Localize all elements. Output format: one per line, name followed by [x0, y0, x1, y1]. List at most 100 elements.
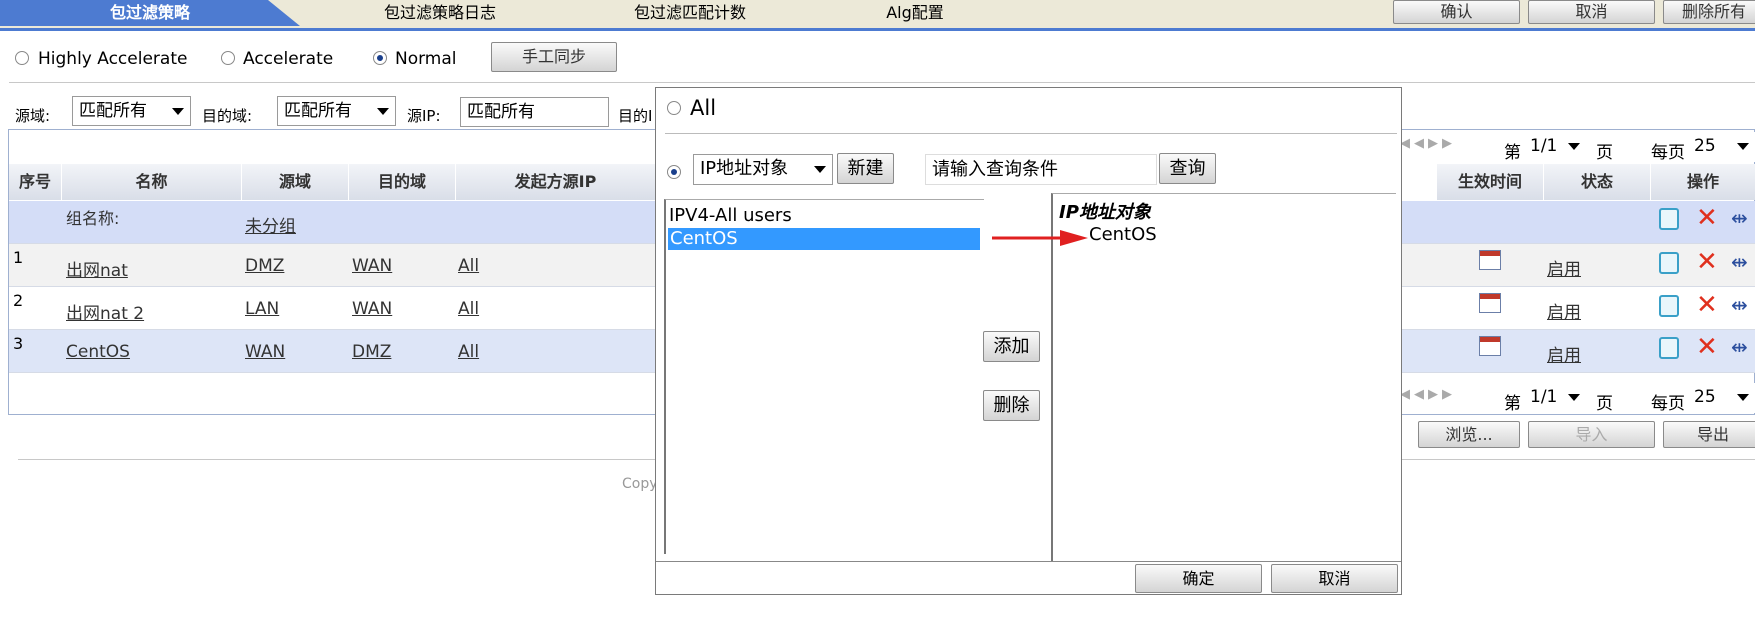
dst-ip-label: 目的I	[618, 107, 653, 125]
browse-button[interactable]: 浏览...	[1418, 421, 1520, 448]
chevron-down-icon	[1737, 143, 1749, 150]
selected-item[interactable]: CentOS	[1089, 224, 1157, 245]
calendar-icon[interactable]	[1479, 336, 1501, 356]
row-src-ip-link[interactable]: All	[458, 256, 479, 276]
delete-icon[interactable]: ✕	[1696, 334, 1718, 360]
copy-icon[interactable]	[1659, 252, 1679, 274]
calendar-icon[interactable]	[1479, 293, 1501, 313]
dialog-divider	[665, 133, 1397, 134]
copy-icon[interactable]	[1659, 337, 1679, 359]
row-index: 3	[13, 334, 24, 353]
delete-icon[interactable]: ✕	[1696, 292, 1718, 318]
header-status: 状态	[1544, 164, 1651, 200]
page-value: 1/1	[1530, 387, 1558, 407]
header-index: 序号	[9, 164, 62, 200]
row-dst-link[interactable]: DMZ	[352, 342, 391, 362]
per-page-select[interactable]: 25	[1688, 132, 1755, 162]
object-type-select[interactable]: IP地址对象	[693, 154, 833, 185]
per-page-select[interactable]: 25	[1688, 383, 1755, 413]
available-list[interactable]	[664, 199, 984, 554]
add-button[interactable]: 添加	[983, 331, 1040, 362]
page-select[interactable]: 1/1	[1524, 383, 1586, 413]
copy-icon[interactable]	[1659, 208, 1679, 230]
row-src-link[interactable]: DMZ	[245, 256, 284, 276]
chevron-down-icon	[814, 166, 826, 173]
dialog-cancel-button[interactable]: 取消	[1271, 564, 1398, 593]
row-dst-link[interactable]: WAN	[352, 256, 392, 276]
query-button[interactable]: 查询	[1159, 153, 1216, 184]
delete-icon[interactable]: ✕	[1696, 249, 1718, 275]
copy-icon[interactable]	[1659, 295, 1679, 317]
normal-label: Normal	[395, 49, 457, 69]
row-status-link[interactable]: 启用	[1547, 298, 1581, 323]
pager-suffix: 页	[1596, 394, 1613, 414]
ip-object-radio[interactable]	[667, 165, 681, 179]
confirm-button[interactable]: 确认	[1393, 0, 1520, 24]
object-type-value: IP地址对象	[700, 158, 789, 179]
list-item[interactable]: IPV4-All users	[669, 205, 792, 226]
row-src-ip-link[interactable]: All	[458, 299, 479, 319]
selected-list[interactable]	[1051, 193, 1396, 561]
dialog-footer-divider	[656, 561, 1401, 562]
header-dst-zone: 目的域	[349, 164, 456, 200]
row-src-ip-link[interactable]: All	[458, 342, 479, 362]
pager-nav-icons[interactable]: ◀◀▶▶	[1400, 387, 1456, 402]
ok-button[interactable]: 确定	[1135, 564, 1262, 593]
copyright-text: Copy	[622, 476, 658, 492]
calendar-icon[interactable]	[1479, 250, 1501, 270]
src-zone-select[interactable]: 匹配所有	[72, 96, 191, 126]
row-name-link[interactable]: 出网nat 2	[66, 299, 144, 324]
header-name: 名称	[62, 164, 242, 200]
export-button[interactable]: 导出	[1663, 421, 1755, 448]
highly-accelerate-label: Highly Accelerate	[38, 49, 188, 69]
row-src-link[interactable]: LAN	[245, 299, 279, 319]
chevron-down-icon	[377, 108, 389, 115]
row-name-link[interactable]: CentOS	[66, 342, 130, 362]
src-ip-input[interactable]: 匹配所有	[460, 97, 609, 127]
page-select[interactable]: 1/1	[1524, 132, 1586, 162]
row-status-link[interactable]: 启用	[1547, 341, 1581, 366]
move-icon[interactable]: ⇹	[1731, 206, 1748, 230]
manual-sync-button[interactable]: 手工同步	[491, 42, 617, 72]
selected-list-header: IP地址对象	[1059, 202, 1151, 223]
page-value: 1/1	[1530, 136, 1558, 156]
group-link[interactable]: 未分组	[245, 212, 296, 237]
row-index: 2	[13, 291, 24, 310]
delete-icon[interactable]: ✕	[1696, 205, 1718, 231]
new-button[interactable]: 新建	[837, 153, 894, 184]
chevron-down-icon	[1737, 394, 1749, 401]
normal-radio[interactable]	[373, 51, 387, 65]
row-index: 1	[13, 248, 24, 267]
list-item-selected[interactable]: CentOS	[668, 228, 980, 250]
move-icon[interactable]: ⇹	[1731, 293, 1748, 317]
tab-filter-match-count[interactable]: 包过滤匹配计数	[600, 0, 780, 26]
dst-zone-select[interactable]: 匹配所有	[277, 96, 396, 126]
import-button[interactable]: 导入	[1528, 421, 1655, 448]
row-src-link[interactable]: WAN	[245, 342, 285, 362]
highly-accelerate-radio[interactable]	[15, 51, 29, 65]
remove-button[interactable]: 删除	[983, 390, 1040, 421]
chevron-down-icon	[1568, 394, 1580, 401]
header-operations: 操作	[1651, 164, 1755, 200]
src-zone-value: 匹配所有	[79, 101, 147, 121]
query-input[interactable]: 请输入查询条件	[925, 154, 1157, 185]
row-dst-link[interactable]: WAN	[352, 299, 392, 319]
tab-alg-config[interactable]: Alg配置	[850, 0, 980, 26]
cancel-button[interactable]: 取消	[1528, 0, 1655, 24]
accelerate-radio[interactable]	[221, 51, 235, 65]
delete-all-button[interactable]: 删除所有	[1663, 0, 1755, 24]
all-radio[interactable]	[667, 101, 681, 115]
pager-suffix: 页	[1596, 143, 1613, 163]
per-page-value: 25	[1694, 387, 1716, 407]
src-ip-label: 源IP:	[407, 107, 441, 125]
move-icon[interactable]: ⇹	[1731, 250, 1748, 274]
per-page-label: 每页	[1651, 394, 1685, 414]
pager-prefix: 第	[1504, 394, 1521, 414]
per-page-label: 每页	[1651, 143, 1685, 163]
row-status-link[interactable]: 启用	[1547, 255, 1581, 280]
row-name-link[interactable]: 出网nat	[66, 256, 128, 281]
move-icon[interactable]: ⇹	[1731, 335, 1748, 359]
tab-filter-policy-log[interactable]: 包过滤策略日志	[350, 0, 530, 26]
tab-packet-filter-policy[interactable]: 包过滤策略	[0, 0, 300, 26]
pager-nav-icons[interactable]: ◀◀▶▶	[1400, 136, 1456, 151]
